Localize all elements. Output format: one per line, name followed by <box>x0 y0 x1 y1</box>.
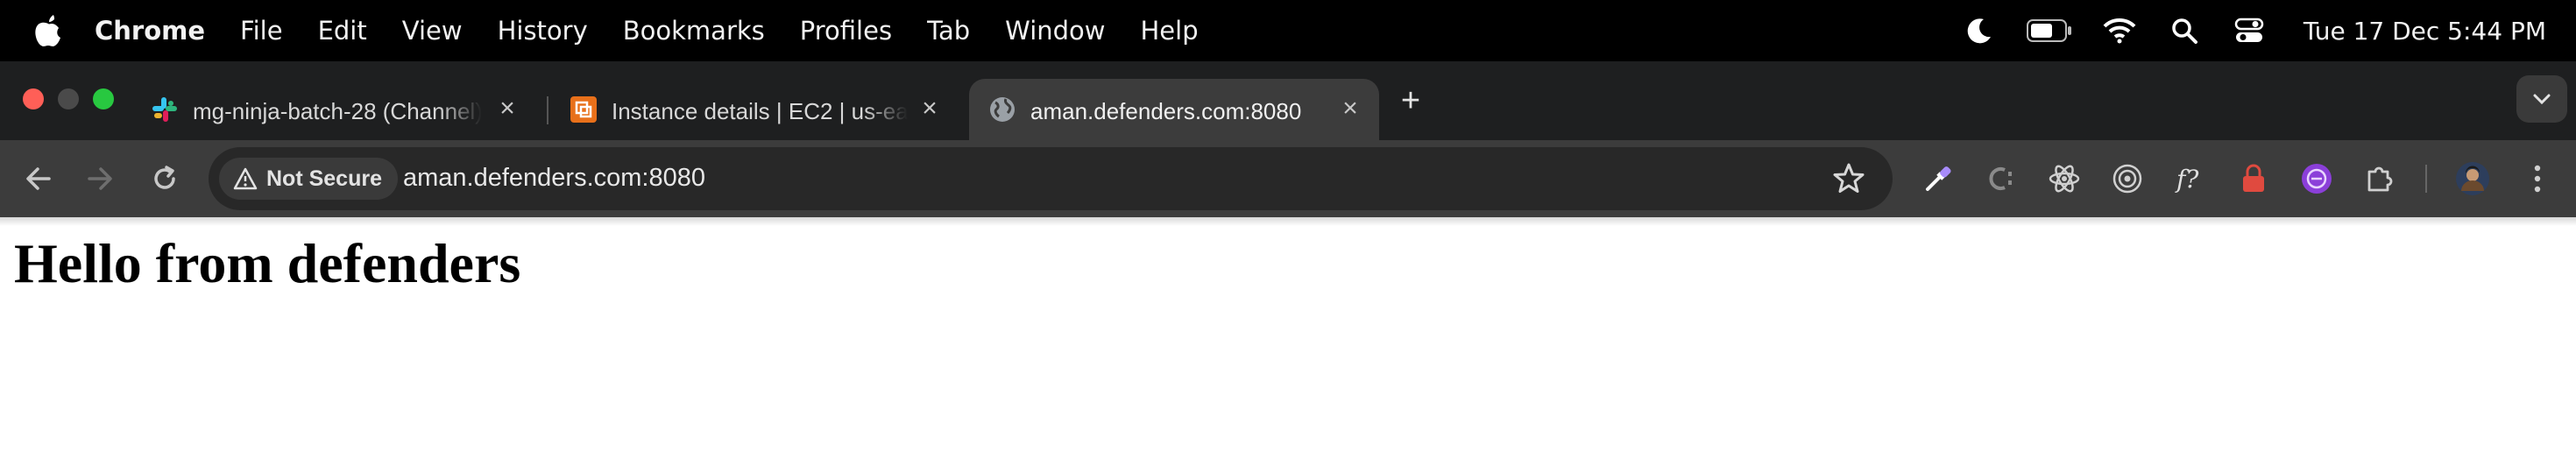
kebab-menu-icon[interactable] <box>2518 159 2557 198</box>
search-icon[interactable] <box>2165 11 2204 50</box>
reload-button[interactable] <box>145 159 184 198</box>
browser-toolbar: Not Secure aman.defenders.com:8080 f? <box>0 140 2576 217</box>
address-bar[interactable]: Not Secure aman.defenders.com:8080 <box>209 147 1893 210</box>
tab-strip: mg-ninja-batch-28 (Channel) × Instance d… <box>0 61 2576 140</box>
back-button[interactable] <box>19 159 58 198</box>
tab-close-icon[interactable]: × <box>1337 95 1363 123</box>
tab-aman-defenders[interactable]: aman.defenders.com:8080 × <box>969 79 1379 140</box>
menu-bookmarks[interactable]: Bookmarks <box>623 16 765 46</box>
purple-extension-icon[interactable] <box>2297 159 2336 198</box>
globe-icon <box>990 97 1015 122</box>
extension-c-icon[interactable] <box>1982 159 2020 198</box>
menu-profiles[interactable]: Profiles <box>800 16 892 46</box>
menu-app-chrome[interactable]: Chrome <box>95 16 205 46</box>
macos-menu-bar: Chrome File Edit View History Bookmarks … <box>0 0 2576 61</box>
tab-ec2-instance[interactable]: Instance details | EC2 | us-east × <box>550 79 953 140</box>
chevron-down-icon <box>2533 94 2551 105</box>
tab-close-icon[interactable]: × <box>916 95 943 123</box>
formula-icon[interactable]: f? <box>2171 159 2210 198</box>
menu-history[interactable]: History <box>498 16 588 46</box>
apple-logo-icon[interactable] <box>32 12 65 47</box>
tab-title: mg-ninja-batch-28 (Channel) <box>193 98 482 124</box>
security-indicator[interactable]: Not Secure <box>219 158 398 200</box>
page-viewport: Hello from defenders <box>0 217 2576 466</box>
menu-window[interactable]: Window <box>1005 16 1105 46</box>
window-zoom-button[interactable] <box>93 88 114 109</box>
profile-avatar[interactable] <box>2453 159 2492 198</box>
page-heading: Hello from defenders <box>14 232 521 294</box>
lock-extension-icon[interactable] <box>2234 159 2273 198</box>
tab-slack[interactable]: mg-ninja-batch-28 (Channel) × <box>131 79 534 140</box>
menu-file[interactable]: File <box>240 16 283 46</box>
svg-text:f?: f? <box>2175 165 2199 194</box>
tab-divider <box>547 96 548 124</box>
tab-title: aman.defenders.com:8080 <box>1030 98 1302 124</box>
slack-icon <box>152 97 177 122</box>
window-minimize-button[interactable] <box>58 88 79 109</box>
wifi-icon[interactable] <box>2100 11 2139 50</box>
react-devtools-icon[interactable] <box>2045 159 2084 198</box>
puzzle-icon[interactable] <box>2360 159 2399 198</box>
target-icon[interactable] <box>2108 159 2147 198</box>
window-close-button[interactable] <box>23 88 44 109</box>
bookmark-star-icon[interactable] <box>1831 161 1866 196</box>
arrow-right-icon <box>88 167 112 190</box>
new-tab-button[interactable]: + <box>1391 82 1430 121</box>
menu-view[interactable]: View <box>402 16 463 46</box>
menu-help[interactable]: Help <box>1141 16 1199 46</box>
control-center-icon[interactable] <box>2230 11 2268 50</box>
tab-title: Instance details | EC2 | us-east <box>612 98 908 124</box>
toolbar-divider <box>2425 165 2427 193</box>
reload-icon <box>154 166 175 189</box>
warning-icon <box>233 167 258 190</box>
aws-ec2-icon <box>570 96 597 123</box>
url-text[interactable]: aman.defenders.com:8080 <box>403 164 705 193</box>
security-label: Not Secure <box>266 166 382 191</box>
eyedropper-icon[interactable] <box>1919 159 1957 198</box>
battery-icon[interactable] <box>2025 11 2074 50</box>
tab-search-button[interactable] <box>2516 75 2567 123</box>
menu-tab[interactable]: Tab <box>927 16 970 46</box>
arrow-left-icon <box>26 167 51 190</box>
menubar-clock[interactable]: Tue 17 Dec 5:44 PM <box>2304 17 2546 46</box>
toolbar-shadow <box>0 217 2576 226</box>
menu-edit[interactable]: Edit <box>318 16 367 46</box>
tab-close-icon[interactable]: × <box>494 95 520 123</box>
moon-icon[interactable] <box>1960 11 1999 50</box>
forward-button[interactable] <box>81 159 119 198</box>
